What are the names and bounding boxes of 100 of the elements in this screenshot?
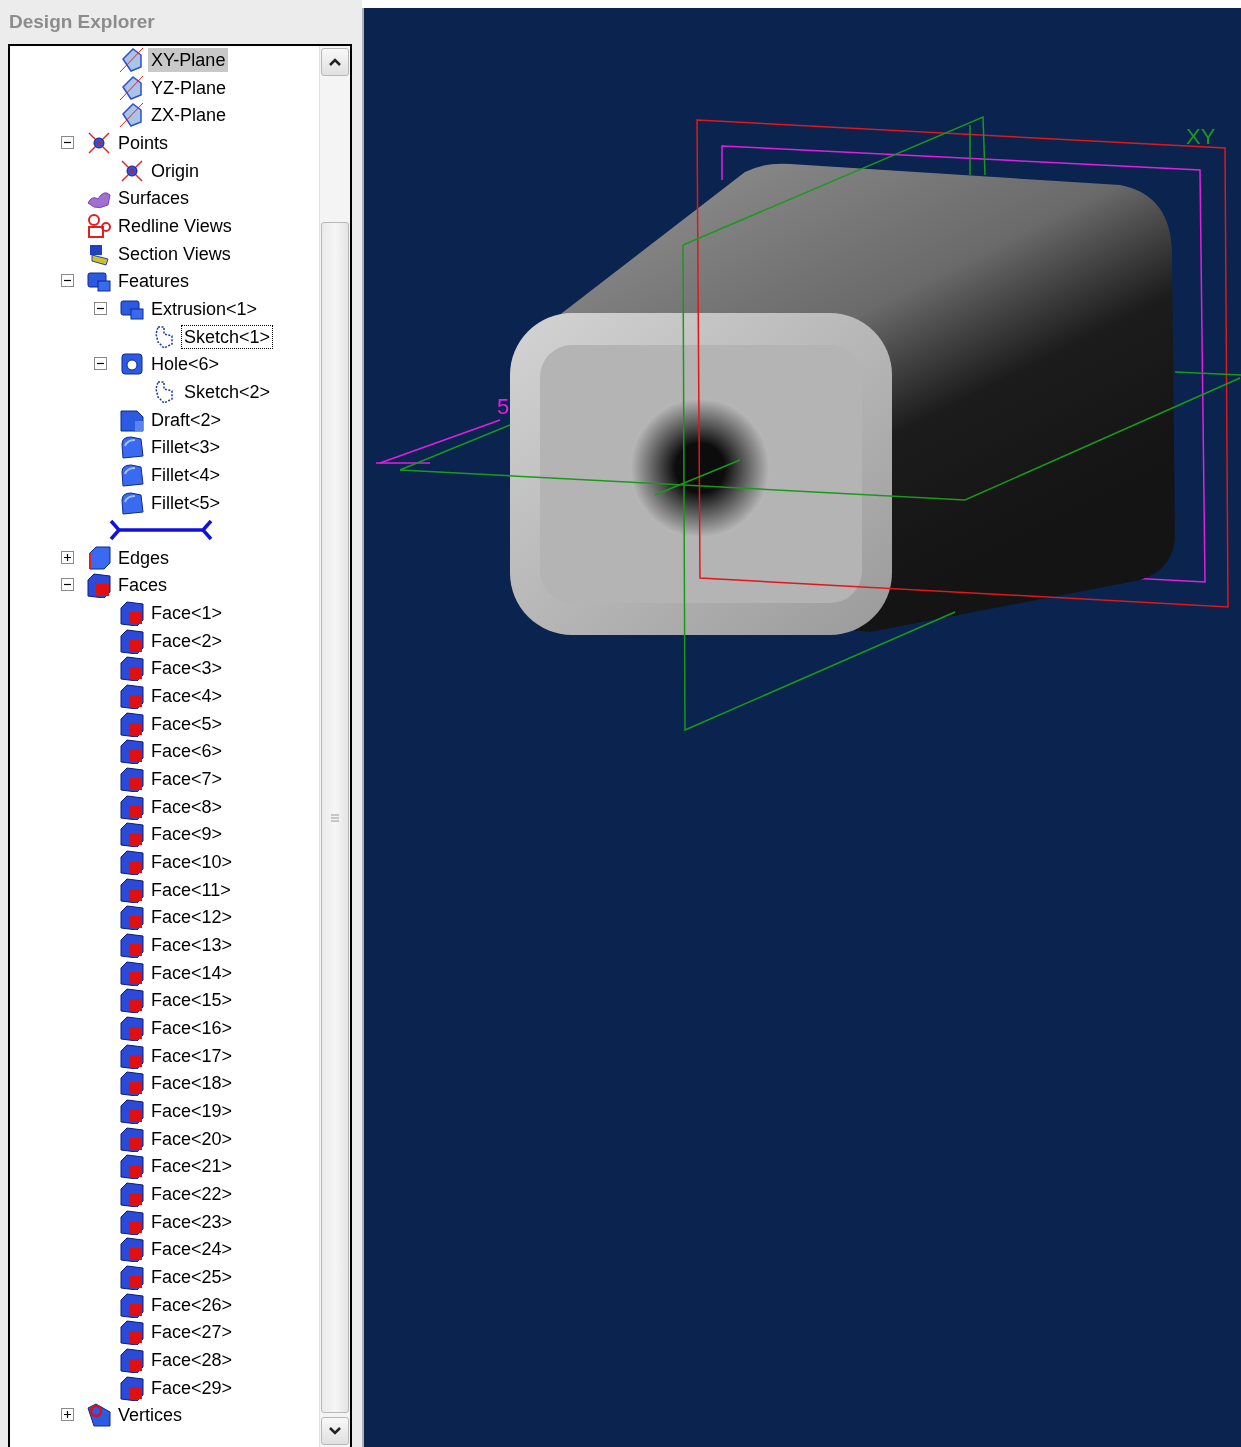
tree-item[interactable]: Hole<6> (148, 352, 223, 377)
tree-item[interactable]: Vertices (115, 1403, 186, 1428)
tree-item[interactable]: Face<11> (148, 877, 234, 902)
face-icon (119, 766, 145, 793)
tree-item[interactable]: Face<20> (148, 1126, 236, 1151)
fillet-icon (119, 489, 145, 516)
tree-item[interactable]: XY-Plane (148, 48, 229, 72)
plane-icon (119, 74, 145, 101)
face-icon (119, 683, 145, 710)
plane-label: XY (1186, 124, 1216, 149)
face-icon (119, 876, 145, 903)
tree-item[interactable]: Face<9> (148, 822, 226, 847)
point-icon (119, 157, 145, 184)
expand-button[interactable] (61, 550, 74, 564)
tree-item[interactable]: Face<3> (148, 656, 226, 681)
collapse-button[interactable] (61, 578, 74, 592)
tree-item[interactable]: Face<15> (148, 988, 236, 1013)
scroll-down-button[interactable] (321, 1417, 349, 1445)
face-icon (119, 655, 145, 682)
grip-icon (330, 811, 340, 824)
tree-item[interactable]: Faces (115, 573, 171, 598)
tree-item[interactable]: Face<4> (148, 684, 226, 709)
tree-item[interactable]: Face<16> (148, 1015, 236, 1040)
scroll-thumb[interactable] (321, 222, 349, 1413)
tree-item[interactable]: Section Views (115, 241, 234, 266)
tree-item[interactable]: Face<29> (148, 1375, 236, 1400)
tree-item[interactable]: Face<21> (148, 1154, 236, 1179)
tree-item[interactable]: Face<6> (148, 739, 226, 764)
face-icon (119, 849, 145, 876)
face-icon (119, 904, 145, 931)
tree-item[interactable]: Sketch<2> (181, 379, 274, 404)
face-icon (119, 1291, 145, 1318)
tree-item[interactable]: Face<12> (148, 905, 236, 930)
tree-item[interactable]: Fillet<4> (148, 462, 224, 487)
tree-item[interactable]: Face<22> (148, 1181, 236, 1206)
point-icon (86, 129, 112, 156)
face-icon (119, 821, 145, 848)
face-icon (119, 959, 145, 986)
tree-item[interactable]: Face<24> (148, 1237, 236, 1262)
tree-item[interactable]: Face<28> (148, 1347, 236, 1372)
tree-item[interactable]: Face<14> (148, 960, 236, 985)
face-icon (119, 600, 145, 627)
face-icon (119, 1125, 145, 1152)
tree-item[interactable]: Fillet<5> (148, 490, 224, 515)
tree-item[interactable]: Face<19> (148, 1098, 236, 1123)
collapse-button[interactable] (94, 301, 107, 315)
tree-item[interactable]: Draft<2> (148, 407, 225, 432)
tree-item[interactable]: Origin (148, 158, 202, 183)
tree-item[interactable]: Redline Views (115, 213, 235, 238)
collapse-button[interactable] (94, 357, 107, 371)
tree-item[interactable]: Face<5> (148, 711, 226, 736)
scroll-up-button[interactable] (321, 48, 349, 76)
face-icon (119, 627, 145, 654)
face-icon (119, 1346, 145, 1373)
tree-item[interactable]: Face<17> (148, 1043, 236, 1068)
face-icon (119, 1208, 145, 1235)
expand-button[interactable] (61, 1408, 74, 1422)
tree-item[interactable]: Face<10> (148, 850, 236, 875)
face-icon (119, 987, 145, 1014)
tree-item[interactable]: Face<2> (148, 628, 226, 653)
tree-item[interactable]: Points (115, 130, 172, 155)
tree-item[interactable]: YZ-Plane (148, 75, 230, 100)
plane-icon (119, 102, 145, 129)
tree-item[interactable]: ZX-Plane (148, 103, 230, 128)
face-icon (86, 572, 112, 599)
face-icon (119, 1374, 145, 1401)
tree-item[interactable]: Extrusion<1> (148, 296, 261, 321)
fillet-icon (119, 434, 145, 461)
tree-item[interactable]: Fillet<3> (148, 435, 224, 460)
face-icon (119, 1236, 145, 1263)
face-icon (119, 1319, 145, 1346)
caret-up-icon (328, 57, 342, 67)
tree-item[interactable]: Face<1> (148, 601, 226, 626)
tree-item[interactable]: Face<18> (148, 1071, 236, 1096)
panel-title: Design Explorer (8, 10, 155, 34)
face-icon (119, 710, 145, 737)
part-drawing[interactable] (510, 163, 1175, 635)
face-icon (119, 1180, 145, 1207)
face-icon (119, 1097, 145, 1124)
face-icon (119, 1070, 145, 1097)
face-icon (119, 1153, 145, 1180)
tree-item[interactable]: Face<27> (148, 1320, 236, 1345)
tree-item[interactable]: Features (115, 269, 193, 294)
face-icon (119, 1042, 145, 1069)
tree-item[interactable]: Sketch<1> (181, 324, 274, 349)
tree-item[interactable]: Face<7> (148, 767, 226, 792)
collapse-button[interactable] (61, 274, 74, 288)
tree-item[interactable]: Face<26> (148, 1292, 236, 1317)
dimension-label: 5 (497, 394, 510, 419)
tree-item[interactable]: Face<25> (148, 1264, 236, 1289)
tree-item[interactable]: Edges (115, 545, 173, 570)
tree-item[interactable]: Face<8> (148, 794, 226, 819)
3d-viewport[interactable]: XY 5 (362, 8, 1241, 1447)
tree-item[interactable]: Face<13> (148, 933, 236, 957)
tree-item[interactable]: Face<23> (148, 1209, 236, 1234)
face-icon (119, 793, 145, 820)
collapse-button[interactable] (61, 135, 74, 149)
redline-icon (86, 212, 112, 239)
tree-item[interactable]: Surfaces (115, 186, 193, 211)
scrollbar[interactable] (319, 46, 350, 1447)
